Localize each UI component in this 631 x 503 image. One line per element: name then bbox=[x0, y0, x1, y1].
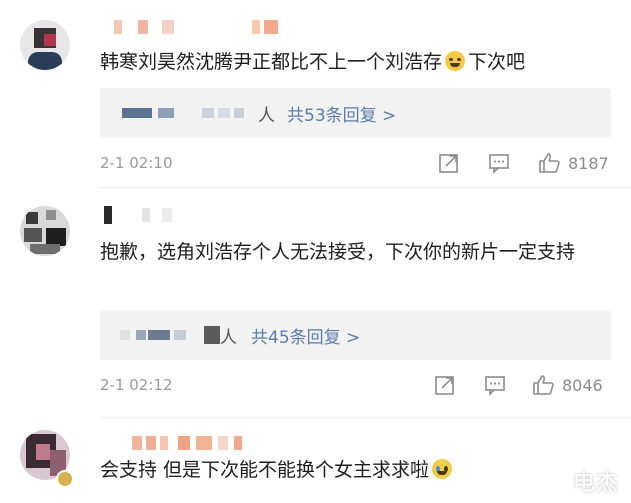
reply-count-link[interactable]: 人 共53条回复 > bbox=[258, 88, 396, 138]
comment-meta: 2-1 02:12 8046 bbox=[100, 374, 613, 396]
reply-suffix: 人 bbox=[258, 105, 275, 126]
like-count: 8046 bbox=[562, 375, 603, 395]
reply-preview[interactable]: 人 共53条回复 > bbox=[100, 88, 611, 138]
reply-count-link[interactable]: 人 共45条回复 > bbox=[220, 310, 360, 360]
comment-text-main: 会支持 但是下次能不能换个女主求求啦 bbox=[100, 459, 430, 481]
comment-text: 韩寒刘昊然沈腾尹正都比不上一个刘浩存 下次吧 bbox=[100, 46, 609, 78]
thumbs-up-icon bbox=[539, 153, 560, 173]
laughing-tears-emoji-icon bbox=[445, 51, 466, 71]
reply-count: 共53条回复 > bbox=[287, 105, 397, 126]
watermark: 电杰 bbox=[572, 471, 619, 496]
comment-text-tail: 下次吧 bbox=[468, 51, 526, 73]
comment-text-main: 韩寒刘昊然沈腾尹正都比不上一个刘浩存 bbox=[100, 51, 443, 73]
share-icon[interactable] bbox=[434, 374, 456, 396]
comment-item: 会支持 但是下次能不能换个女主求求啦 bbox=[0, 418, 631, 503]
comment-icon[interactable] bbox=[488, 152, 510, 174]
timestamp: 2-1 02:12 bbox=[100, 376, 173, 394]
comment-item: 抱歉，选角刘浩存个人无法接受，下次你的新片一定支持 人 共45条回复 > 2-1… bbox=[0, 188, 631, 413]
verified-badge-icon bbox=[56, 470, 74, 488]
like-count: 8187 bbox=[568, 153, 609, 173]
avatar[interactable] bbox=[20, 206, 70, 256]
avatar[interactable] bbox=[20, 20, 70, 70]
share-icon[interactable] bbox=[438, 152, 460, 174]
comment-meta: 2-1 02:10 8187 bbox=[100, 152, 613, 174]
comment-item: 韩寒刘昊然沈腾尹正都比不上一个刘浩存 下次吧 人 共53条回复 > 2-1 02:… bbox=[0, 0, 631, 185]
reply-suffix: 人 bbox=[220, 327, 237, 348]
thumbs-up-icon bbox=[533, 375, 554, 395]
crying-emoji-icon bbox=[432, 459, 453, 479]
comment-icon[interactable] bbox=[484, 374, 506, 396]
like-button[interactable]: 8046 bbox=[532, 374, 603, 396]
timestamp: 2-1 02:10 bbox=[100, 154, 173, 172]
reply-preview[interactable]: 人 共45条回复 > bbox=[100, 310, 611, 360]
reply-count: 共45条回复 > bbox=[251, 327, 361, 348]
comment-text: 会支持 但是下次能不能换个女主求求啦 bbox=[100, 454, 609, 486]
comment-text: 抱歉，选角刘浩存个人无法接受，下次你的新片一定支持 bbox=[100, 241, 576, 263]
like-button[interactable]: 8187 bbox=[538, 152, 609, 174]
